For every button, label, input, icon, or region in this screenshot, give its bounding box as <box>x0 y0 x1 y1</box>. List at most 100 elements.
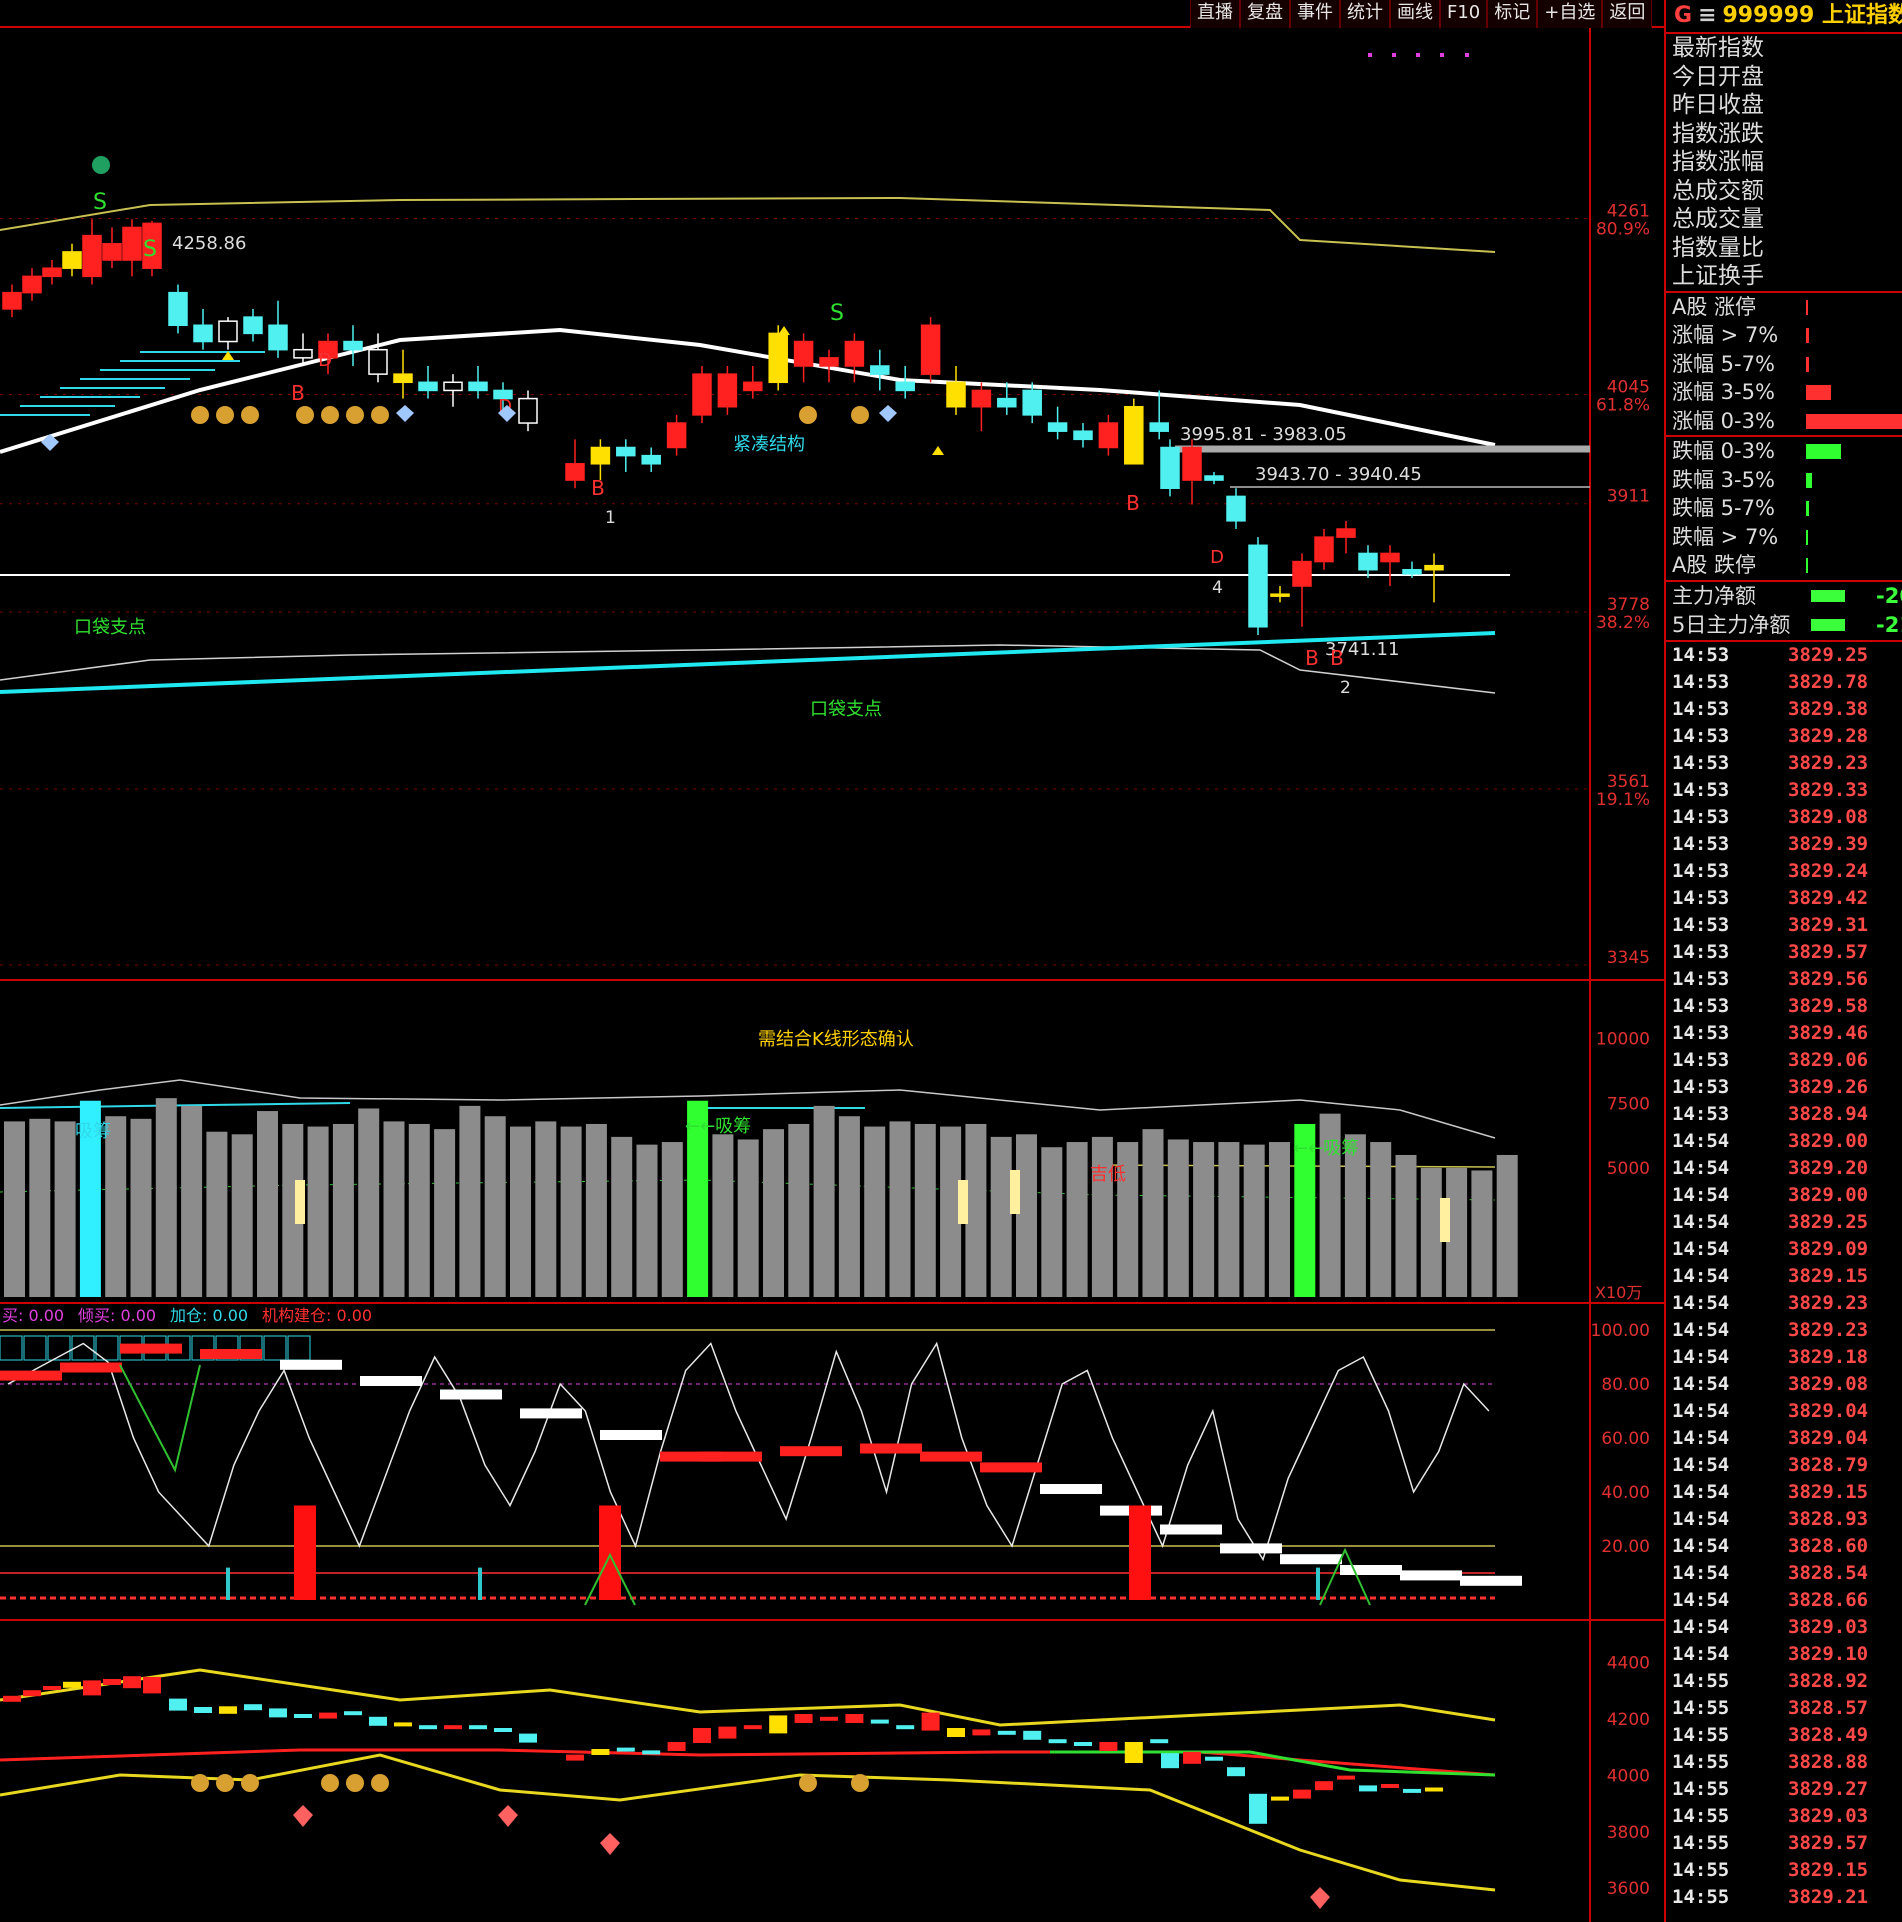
mini-candle <box>566 1754 584 1761</box>
mini-candle <box>896 1725 915 1730</box>
volume-bar <box>889 1121 911 1297</box>
mini-candle <box>143 1676 161 1694</box>
volume-bar <box>990 1136 1012 1297</box>
tick-time: 14:54 <box>1672 1156 1730 1179</box>
tick-price: 3828.54 <box>1788 1561 1869 1584</box>
index-title: G ≡ 999999 上证指数 <box>1666 0 1902 34</box>
flow-bar <box>1811 618 1845 631</box>
volume-bar <box>585 1123 607 1297</box>
candle-body <box>565 463 585 481</box>
mini-candle <box>1227 1767 1245 1777</box>
candle-body <box>1292 560 1312 587</box>
tb-back-button[interactable]: 返回 <box>1602 0 1653 28</box>
candle-body <box>895 381 915 392</box>
mini-candle <box>123 1676 141 1689</box>
mini-candle <box>1124 1742 1143 1763</box>
candle-body <box>22 275 42 294</box>
mini-candle <box>921 1712 940 1731</box>
y-tick-label: 4045 <box>1607 378 1650 398</box>
candle-body <box>343 340 363 351</box>
candle-body <box>268 324 288 351</box>
tick-price: 3829.26 <box>1788 1075 1869 1098</box>
moneybag-icon <box>371 1774 389 1792</box>
tick-price: 3829.33 <box>1788 778 1869 801</box>
volume-bar <box>1041 1147 1063 1297</box>
vol-marker <box>1440 1198 1450 1242</box>
tick-row: 14:54 3829.00 <box>1666 1182 1902 1209</box>
volume-bar <box>307 1126 329 1297</box>
tb-live-button[interactable]: 直播 <box>1190 0 1240 28</box>
tick-price: 3829.15 <box>1788 1480 1869 1503</box>
tick-row: 14:53 3829.39 <box>1666 831 1902 858</box>
mini-candle <box>269 1708 287 1718</box>
volume-bar <box>940 1126 962 1297</box>
osc-step-bar <box>920 1451 982 1462</box>
flow-row: 主力净额 -20 <box>1666 582 1902 611</box>
tick-row: 14:54 3828.66 <box>1666 1587 1902 1614</box>
candle-body <box>243 316 263 335</box>
candle-body <box>1124 405 1144 465</box>
volume-bar <box>914 1123 936 1297</box>
tb-stats-button[interactable]: 统计 <box>1340 0 1390 28</box>
volume-bar <box>231 1134 253 1297</box>
tick-time: 14:54 <box>1672 1237 1730 1260</box>
tick-time: 14:54 <box>1672 1426 1730 1449</box>
tick-row: 14:54 3829.00 <box>1666 1128 1902 1155</box>
dist-label: 涨幅 3-5% <box>1672 380 1775 404</box>
tick-price: 3829.57 <box>1788 1831 1869 1854</box>
tick-price: 3829.23 <box>1788 1318 1869 1341</box>
volume-bar <box>560 1126 582 1297</box>
candle-body <box>971 389 992 408</box>
tick-price: 3828.94 <box>1788 1102 1869 1125</box>
volume-bar <box>965 1123 987 1297</box>
mini-candle <box>794 1714 813 1723</box>
tick-row: 14:53 3829.33 <box>1666 777 1902 804</box>
y-tick-label: 3778 <box>1607 595 1650 615</box>
tb-draw-button[interactable]: 画线 <box>1390 0 1440 28</box>
flow-label: 主力净额 <box>1672 583 1756 608</box>
dist-row: 涨幅 > 7% <box>1666 321 1902 350</box>
dot-marker <box>1392 53 1396 57</box>
dist-bar <box>1806 472 1812 488</box>
osc-step-bar <box>280 1359 342 1370</box>
tb-mark-button[interactable]: 标记 <box>1487 0 1538 28</box>
mini-candle <box>294 1714 312 1718</box>
tick-time: 14:54 <box>1672 1129 1730 1152</box>
candle-body <box>1226 495 1246 522</box>
s-signal: S <box>143 237 157 262</box>
moneybag-icon <box>216 1774 234 1792</box>
tick-time: 14:55 <box>1672 1831 1730 1854</box>
tb-replay-button[interactable]: 复盘 <box>1240 0 1290 28</box>
mini-candle <box>1023 1730 1042 1740</box>
moneybag-icon <box>799 1774 817 1792</box>
tb-add-watch-button[interactable]: +自选 <box>1537 0 1603 28</box>
y-tick-label: 3345 <box>1607 948 1650 968</box>
dist-row: 跌幅 > 7% <box>1666 523 1902 552</box>
mini-candle <box>743 1725 762 1730</box>
mini-candle <box>169 1698 187 1711</box>
mini-candle <box>997 1730 1016 1735</box>
mini-candle <box>769 1715 788 1734</box>
tb-events-button[interactable]: 事件 <box>1290 0 1340 28</box>
volume-bar <box>408 1123 430 1297</box>
tb-f10-button[interactable]: F10 <box>1440 0 1488 28</box>
candle-body <box>590 446 611 465</box>
y-tick-pct: 80.9% <box>1596 219 1650 239</box>
tick-price: 3829.46 <box>1788 1021 1869 1044</box>
volume-bar <box>611 1136 633 1297</box>
mini-candle <box>1074 1742 1092 1746</box>
tick-time: 14:55 <box>1672 1777 1730 1800</box>
candle-body <box>1149 422 1169 432</box>
tick-row: 14:54 3828.60 <box>1666 1533 1902 1560</box>
mini-candle <box>244 1704 262 1711</box>
vol-tick-label: 7500 <box>1607 1094 1650 1114</box>
menu-icon[interactable]: ≡ <box>1698 3 1716 28</box>
d-signal: D <box>318 350 332 371</box>
moneybag-icon <box>346 406 364 424</box>
mini-candle <box>1205 1756 1223 1761</box>
osc-step-bar <box>360 1376 422 1386</box>
tick-price: 3829.09 <box>1788 1237 1869 1260</box>
tick-list[interactable]: 14:53 3829.25 14:53 3829.78 14:53 3829.38 14:5… <box>1666 639 1902 1911</box>
vol-title: 需结合K线形态确认 <box>758 1029 914 1050</box>
candle-body <box>1098 422 1119 449</box>
